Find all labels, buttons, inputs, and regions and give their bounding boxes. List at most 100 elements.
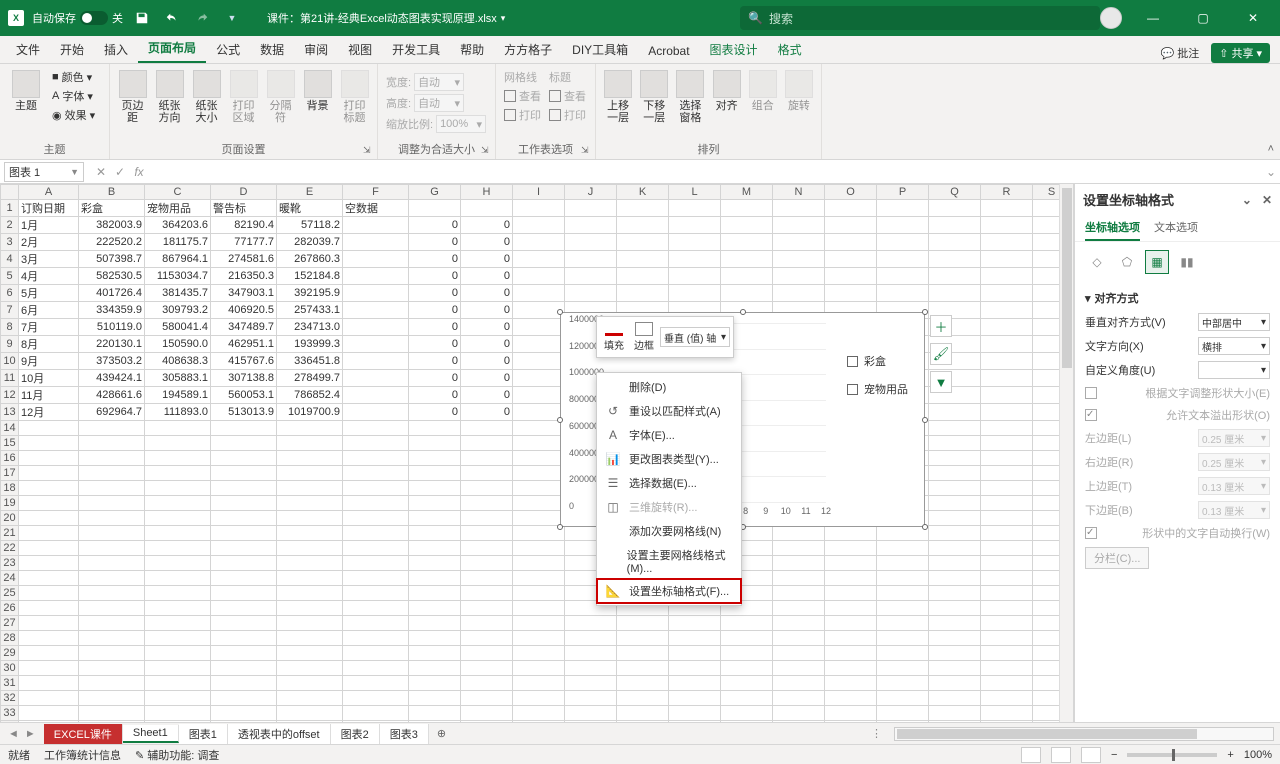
cell[interactable]	[79, 481, 145, 496]
cell[interactable]	[721, 631, 773, 646]
cell[interactable]	[669, 285, 721, 302]
sheet-tab-offset[interactable]: 透视表中的offset	[228, 724, 331, 744]
cell[interactable]	[617, 631, 669, 646]
valign-select[interactable]: 中部居中▾	[1198, 313, 1270, 331]
maximize-button[interactable]: ▢	[1184, 4, 1222, 32]
cell[interactable]	[877, 691, 929, 706]
cell[interactable]	[929, 421, 981, 436]
cell[interactable]: 392195.9	[277, 285, 343, 302]
cell[interactable]	[513, 691, 565, 706]
cell[interactable]	[669, 268, 721, 285]
horizontal-scrollbar[interactable]	[894, 727, 1274, 741]
cell[interactable]	[929, 285, 981, 302]
cell[interactable]	[929, 706, 981, 721]
cell[interactable]	[565, 285, 617, 302]
outline-button[interactable]: 边框	[630, 320, 658, 354]
cell[interactable]: 6月	[19, 302, 79, 319]
cell[interactable]	[565, 234, 617, 251]
cell[interactable]	[513, 481, 565, 496]
tab-page-layout[interactable]: 页面布局	[138, 34, 206, 63]
cell[interactable]	[877, 706, 929, 721]
cell[interactable]: 2月	[19, 234, 79, 251]
cell[interactable]	[825, 721, 877, 723]
cell[interactable]	[513, 319, 565, 336]
cell[interactable]	[79, 721, 145, 723]
cell[interactable]	[343, 421, 409, 436]
cell[interactable]	[461, 541, 513, 556]
row-header[interactable]: 5	[1, 268, 19, 285]
cell[interactable]	[343, 616, 409, 631]
cell[interactable]	[343, 268, 409, 285]
cell[interactable]	[211, 511, 277, 526]
cell[interactable]: 彩盒	[79, 200, 145, 217]
cell[interactable]: 406920.5	[211, 302, 277, 319]
cell[interactable]	[79, 586, 145, 601]
cell[interactable]	[145, 436, 211, 451]
cell[interactable]: 0	[409, 370, 461, 387]
cell[interactable]: 空数据	[343, 200, 409, 217]
cell[interactable]: 订购日期	[19, 200, 79, 217]
cell[interactable]	[721, 616, 773, 631]
cell[interactable]	[929, 481, 981, 496]
cell[interactable]	[343, 496, 409, 511]
chart-filters-button[interactable]: ▼	[930, 371, 952, 393]
cell[interactable]	[211, 646, 277, 661]
cell[interactable]	[877, 217, 929, 234]
cell[interactable]	[145, 526, 211, 541]
cell[interactable]	[513, 336, 565, 353]
cell[interactable]	[981, 616, 1033, 631]
cell[interactable]	[825, 706, 877, 721]
cell[interactable]	[409, 526, 461, 541]
share-button[interactable]: ⇧ 共享 ▾	[1211, 43, 1270, 63]
cell[interactable]	[409, 676, 461, 691]
cell[interactable]	[773, 571, 825, 586]
zoom-level[interactable]: 100%	[1244, 749, 1272, 761]
cell[interactable]	[145, 556, 211, 571]
cell[interactable]	[825, 234, 877, 251]
cell[interactable]: 5月	[19, 285, 79, 302]
cell[interactable]	[721, 706, 773, 721]
cell[interactable]	[929, 646, 981, 661]
cell[interactable]	[877, 571, 929, 586]
cell[interactable]	[19, 526, 79, 541]
cell[interactable]	[19, 721, 79, 723]
cell[interactable]	[981, 691, 1033, 706]
cell[interactable]: 309793.2	[145, 302, 211, 319]
collapse-ribbon-icon[interactable]: ˄	[1268, 143, 1274, 155]
row-header[interactable]: 27	[1, 616, 19, 631]
cell[interactable]	[145, 646, 211, 661]
cell[interactable]: 0	[409, 217, 461, 234]
cell[interactable]	[877, 251, 929, 268]
row-header[interactable]: 6	[1, 285, 19, 302]
cell[interactable]: 警告标	[211, 200, 277, 217]
cell[interactable]: 0	[461, 336, 513, 353]
row-header[interactable]: 12	[1, 387, 19, 404]
cell[interactable]	[773, 285, 825, 302]
name-box[interactable]: 图表 1▼	[4, 162, 84, 182]
cell[interactable]	[211, 496, 277, 511]
cell[interactable]	[461, 451, 513, 466]
cell[interactable]	[19, 436, 79, 451]
row-header[interactable]: 16	[1, 451, 19, 466]
cell[interactable]: 867964.1	[145, 251, 211, 268]
cell[interactable]	[721, 285, 773, 302]
cell[interactable]: 11月	[19, 387, 79, 404]
col-header[interactable]: F	[343, 185, 409, 200]
cell[interactable]	[145, 631, 211, 646]
cell[interactable]	[277, 496, 343, 511]
cell[interactable]	[211, 691, 277, 706]
cell[interactable]	[343, 285, 409, 302]
cell[interactable]	[343, 556, 409, 571]
cell[interactable]	[513, 234, 565, 251]
cell[interactable]	[19, 421, 79, 436]
cell[interactable]	[277, 526, 343, 541]
cell[interactable]	[773, 526, 825, 541]
cell[interactable]	[513, 370, 565, 387]
cell[interactable]	[825, 676, 877, 691]
cell[interactable]	[825, 285, 877, 302]
accessibility-status[interactable]: ✎ 辅助功能: 调查	[135, 747, 219, 763]
cell[interactable]: 宠物用品	[145, 200, 211, 217]
cell[interactable]: 305883.1	[145, 370, 211, 387]
cell[interactable]	[461, 661, 513, 676]
col-header[interactable]: I	[513, 185, 565, 200]
